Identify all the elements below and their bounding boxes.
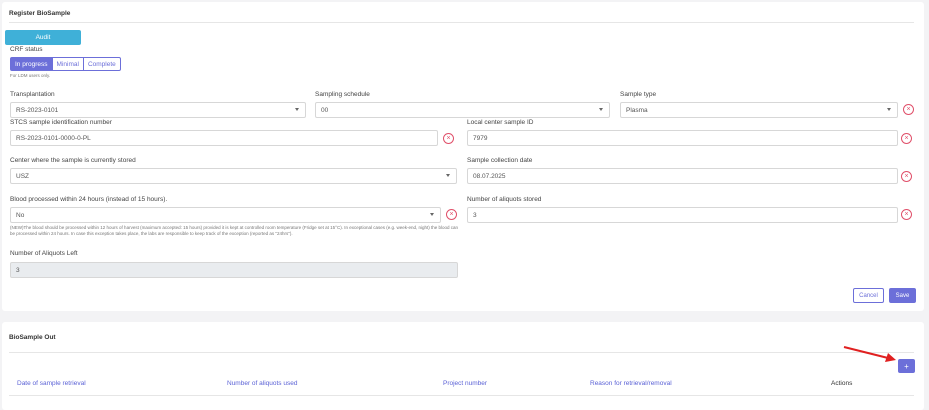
aliquots-left-input: 3 <box>10 262 458 278</box>
aliquots-stored-value: 3 <box>473 211 477 219</box>
transplantation-select[interactable]: RS-2023-0101 <box>10 102 306 118</box>
transplantation-label: Transplantation <box>10 91 55 98</box>
chevron-down-icon <box>887 108 891 111</box>
collection-date-clear-icon[interactable]: × <box>901 171 912 182</box>
biosample-out-title: BioSample Out <box>9 334 56 341</box>
annotation-arrow-icon <box>843 346 896 362</box>
col-aliquots-used[interactable]: Number of aliquots used <box>227 380 297 387</box>
sample-type-value: Plasma <box>626 106 648 114</box>
collection-date-label: Sample collection date <box>467 157 533 164</box>
out-divider <box>9 352 914 353</box>
col-project-number[interactable]: Project number <box>443 380 487 387</box>
sample-type-clear-icon[interactable]: × <box>903 104 914 115</box>
col-actions: Actions <box>831 380 853 387</box>
crf-complete-button[interactable]: Complete <box>82 57 121 71</box>
sample-type-select[interactable]: Plasma <box>620 102 898 118</box>
stcs-id-value: RS-2023-0101-0000-0-PL <box>16 134 91 142</box>
blood24-note: (NEW)The blood should be processed withi… <box>10 225 459 236</box>
local-id-input[interactable]: 7979 <box>467 130 898 146</box>
center-label: Center where the sample is currently sto… <box>10 157 136 164</box>
aliquots-left-value: 3 <box>16 266 20 274</box>
crf-minimal-button[interactable]: Minimal <box>51 57 84 71</box>
transplantation-value: RS-2023-0101 <box>16 106 59 114</box>
crf-status-group: In progress Minimal Complete <box>10 57 121 71</box>
chevron-down-icon <box>446 174 450 177</box>
save-button[interactable]: Save <box>889 288 916 303</box>
stcs-id-input[interactable]: RS-2023-0101-0000-0-PL <box>10 130 438 146</box>
stcs-id-clear-icon[interactable]: × <box>443 133 454 144</box>
aliquots-left-label: Number of Aliquots Left <box>10 250 78 257</box>
collection-date-input[interactable]: 08.07.2025 <box>467 168 898 184</box>
col-date-retrieval[interactable]: Date of sample retrieval <box>17 380 86 387</box>
sampling-schedule-select[interactable]: 00 <box>315 102 610 118</box>
aliquots-stored-input[interactable]: 3 <box>467 207 898 223</box>
biosample-out-card <box>2 322 924 410</box>
sampling-schedule-value: 00 <box>321 106 329 114</box>
chevron-down-icon <box>599 108 603 111</box>
blood24-select[interactable]: No <box>10 207 441 223</box>
chevron-down-icon <box>295 108 299 111</box>
crf-status-label: CRF status <box>10 46 43 53</box>
local-id-clear-icon[interactable]: × <box>901 133 912 144</box>
table-header-divider <box>9 395 914 396</box>
sampling-schedule-label: Sampling schedule <box>315 91 370 98</box>
aliquots-stored-label: Number of aliquots stored <box>467 196 542 203</box>
cancel-button[interactable]: Cancel <box>853 288 884 303</box>
register-title: Register BioSample <box>9 10 71 17</box>
crf-note: For LDM users only. <box>10 73 51 78</box>
sample-type-label: Sample type <box>620 91 657 98</box>
center-select[interactable]: USZ <box>10 168 457 184</box>
audit-button[interactable]: Audit <box>5 30 81 45</box>
add-biosample-out-button[interactable]: + <box>898 359 915 373</box>
col-reason[interactable]: Reason for retrieval/removal <box>590 380 672 387</box>
aliquots-stored-clear-icon[interactable]: × <box>901 209 912 220</box>
collection-date-value: 08.07.2025 <box>473 172 506 180</box>
blood24-label: Blood processed within 24 hours (instead… <box>10 196 168 203</box>
title-divider <box>9 22 914 23</box>
crf-in-progress-button[interactable]: In progress <box>10 57 53 71</box>
stcs-id-label: STCS sample identification number <box>10 119 112 126</box>
local-id-value: 7979 <box>473 134 488 142</box>
center-value: USZ <box>16 172 29 180</box>
chevron-down-icon <box>430 213 434 216</box>
local-id-label: Local center sample ID <box>467 119 534 126</box>
blood24-clear-icon[interactable]: × <box>446 209 457 220</box>
blood24-value: No <box>16 211 25 219</box>
